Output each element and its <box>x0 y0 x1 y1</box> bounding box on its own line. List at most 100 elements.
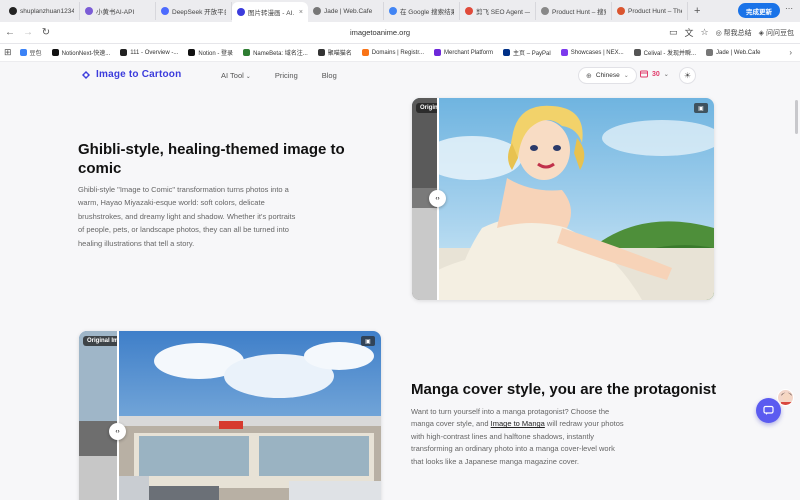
theme-toggle-sun-icon[interactable]: ☀ <box>679 67 696 84</box>
tab-favicon-icon <box>389 7 397 15</box>
bookmark-label: Celival - 发现并瞬... <box>643 51 696 57</box>
tab-favicon-icon <box>161 7 169 15</box>
browser-tab[interactable]: 剪飞 SEO Agent —... <box>460 2 536 20</box>
page-scrollbar[interactable] <box>795 100 798 134</box>
tab-label: 剪飞 SEO Agent —... <box>476 9 530 16</box>
complete-update-button[interactable]: 完成更新 <box>738 3 780 18</box>
bookmarks-bar: ⊞ 豆包 NotionNext-快速... 111 - Overview -... N… <box>0 44 800 62</box>
summarize-button[interactable]: ◎ 帮我总结 <box>716 28 752 38</box>
compare-drag-handle-icon[interactable]: ‹› <box>429 190 446 207</box>
bookmark-label: 聚喵猫名 <box>327 51 352 57</box>
bookmark-item[interactable]: Jade | Web.Cafe <box>706 49 760 56</box>
bookmark-item[interactable]: 聚喵猫名 <box>317 48 352 57</box>
manga-result-image <box>79 331 381 500</box>
star-icon[interactable]: ☆ <box>701 27 709 38</box>
new-tab-button[interactable]: + <box>694 5 700 17</box>
site-logo[interactable]: Image to Cartoon <box>81 69 181 80</box>
bookmark-label: Jade | Web.Cafe <box>716 49 761 56</box>
tab-favicon-icon <box>313 7 321 15</box>
ghibli-result-image <box>412 98 714 300</box>
language-select[interactable]: ⊕ Chinese ⌄ <box>578 67 637 84</box>
bookmark-item[interactable]: 111 - Overview -... <box>120 49 178 56</box>
bookmark-label: NotionNext-快速... <box>61 51 111 57</box>
cast-icon[interactable]: ▭ <box>669 27 678 38</box>
assistant-avatar[interactable] <box>777 389 794 406</box>
apps-grid-icon[interactable]: ⊞ <box>4 47 12 58</box>
bookmark-item[interactable]: Merchant Platform <box>434 49 493 56</box>
ask-doubao-label: 问问豆包 <box>766 29 794 37</box>
browser-tab[interactable]: Product Hunt – The... <box>612 2 688 20</box>
section1-title: Ghibli-style, healing-themed image to co… <box>78 141 345 177</box>
compare-drag-handle-icon[interactable]: ‹› <box>109 423 126 440</box>
bookmark-item[interactable]: 主页 – PayPal <box>503 48 551 57</box>
chevron-down-icon: ⌄ <box>245 74 251 80</box>
tab-favicon-icon <box>617 7 625 15</box>
manga-comparison-slider[interactable]: Original Im ‹› ▣ <box>79 331 381 500</box>
browser-tab[interactable]: DeepSeek 开放平台 <box>156 2 232 20</box>
url-field[interactable]: imagetoanime.org <box>0 28 760 37</box>
section1-description: Ghibli-style "Image to Comic" transforma… <box>78 185 296 248</box>
manga-original-pane: Original Im <box>79 331 118 500</box>
browser-tab[interactable]: Jade | Web.Cafe <box>308 2 384 20</box>
bookmark-item[interactable]: 豆包 <box>19 48 42 57</box>
bookmark-item[interactable]: NotionNext-快速... <box>51 48 111 57</box>
avatar-image <box>781 392 792 405</box>
bookmark-item[interactable]: Domains | Registr... <box>361 49 425 56</box>
bookmark-label: Domains | Registr... <box>371 49 425 56</box>
chat-icon <box>763 405 774 415</box>
tab-favicon-icon <box>237 8 245 16</box>
bookmark-favicon-icon <box>560 49 568 56</box>
tab-label: DeepSeek 开放平台 <box>172 9 226 16</box>
bookmark-favicon-icon <box>361 49 369 56</box>
bookmarks-more-icon[interactable]: › <box>789 48 792 57</box>
chevron-down-icon: ⌄ <box>623 73 629 79</box>
tab-overflow-icon[interactable]: ⋯ <box>785 4 793 13</box>
image-icon[interactable]: ▣ <box>694 103 708 113</box>
site-header: Image to Cartoon AI Tool ⌄ Pricing Blog ⊕… <box>0 62 800 90</box>
bookmark-item[interactable]: Celival - 发现并瞬... <box>633 48 696 57</box>
image-icon[interactable]: ▣ <box>361 336 375 346</box>
tab-label: Jade | Web.Cafe <box>324 7 373 15</box>
tab-label: 小黄书AI-API <box>96 9 135 16</box>
nav-blog[interactable]: Blog <box>322 71 337 80</box>
bookmark-item[interactable]: Showcases | NEX... <box>560 49 624 56</box>
main-nav: AI Tool ⌄ Pricing Blog <box>221 71 337 80</box>
bookmark-label: 豆包 <box>29 51 42 57</box>
browser-tab[interactable]: Product Hunt – 搜索 <box>536 2 612 20</box>
tab-favicon-icon <box>465 7 473 15</box>
browser-tab[interactable]: 图片转漫画 - AI... × <box>232 2 308 22</box>
tab-favicon-icon <box>9 7 17 15</box>
bookmark-label: Merchant Platform <box>444 49 494 56</box>
tab-label: 图片转漫画 - AI... <box>248 10 294 17</box>
compare-divider <box>117 331 119 500</box>
image-to-manga-link[interactable]: Image to Manga <box>491 419 545 428</box>
browser-tab[interactable]: shuplanzhuan1234... <box>4 2 80 20</box>
browser-tab[interactable]: 小黄书AI-API <box>80 2 156 20</box>
bookmark-favicon-icon <box>19 49 27 56</box>
browser-tab[interactable]: 在 Google 搜索结果... <box>384 2 460 20</box>
bookmark-favicon-icon <box>317 49 325 56</box>
tab-label: Product Hunt – The... <box>628 7 682 15</box>
bookmark-label: NameBeta: 域名注... <box>253 51 308 57</box>
section2-title: Manga cover style, you are the protagoni… <box>411 381 717 398</box>
logo-icon <box>82 70 90 79</box>
bookmark-item[interactable]: NameBeta: 域名注... <box>243 48 308 57</box>
bookmark-favicon-icon <box>706 49 713 56</box>
tab-favicon-icon <box>541 7 549 15</box>
bookmark-favicon-icon <box>243 49 251 56</box>
bookmark-item[interactable]: Notion - 登录 <box>188 48 233 57</box>
globe-icon: ⊕ <box>586 72 592 80</box>
translate-icon[interactable]: 文 <box>685 26 694 39</box>
nav-pricing[interactable]: Pricing <box>275 71 298 80</box>
bookmark-label: Showcases | NEX... <box>570 49 624 56</box>
tab-label: Product Hunt – 搜索 <box>552 9 606 16</box>
ghibli-comparison-slider[interactable]: Original ‹› ▣ <box>412 98 714 300</box>
nav-ai-tool[interactable]: AI Tool ⌄ <box>221 71 251 80</box>
ask-doubao-button[interactable]: ◈ 问问豆包 <box>759 28 794 38</box>
bookmark-label: 111 - Overview -... <box>130 49 179 56</box>
tab-close-icon[interactable]: × <box>299 9 303 16</box>
credits-badge[interactable]: 30 ⌄ <box>640 70 669 78</box>
bookmark-favicon-icon <box>51 49 59 56</box>
bookmark-favicon-icon <box>434 49 442 56</box>
tab-favicon-icon <box>85 7 93 15</box>
